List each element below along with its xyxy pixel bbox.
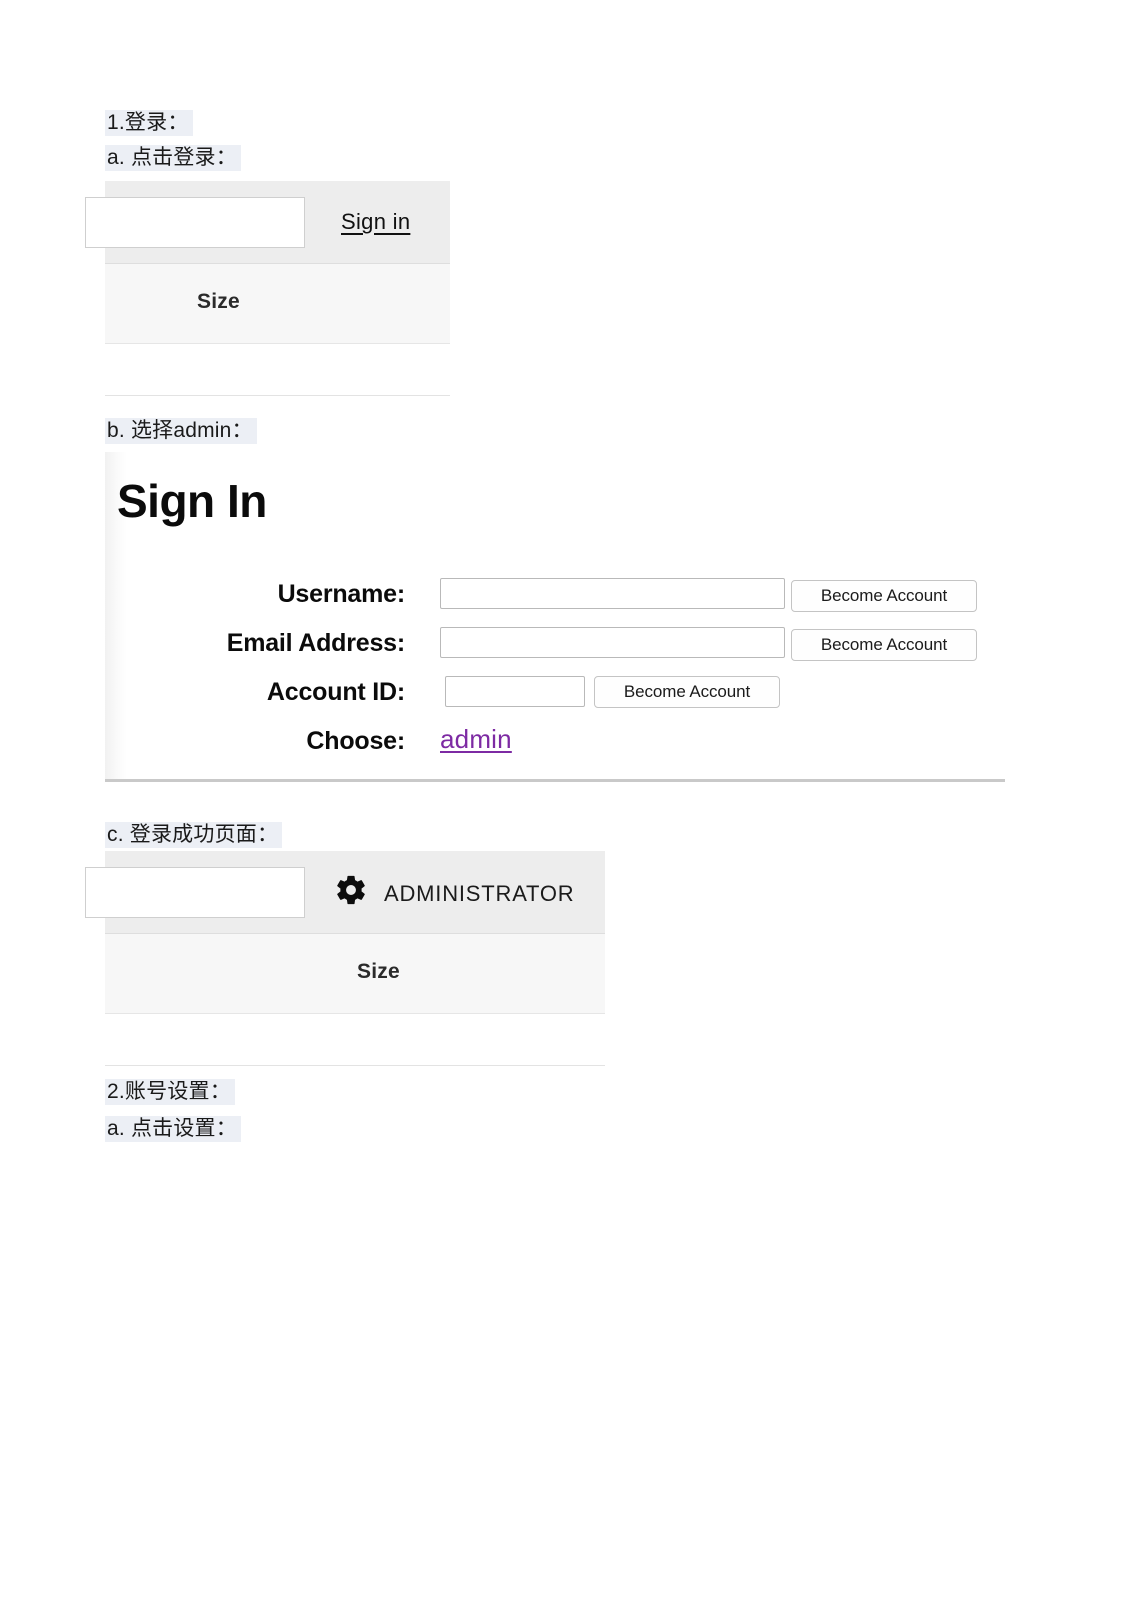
step-click-settings: a. 点击设置： [105, 1114, 241, 1144]
heading-account-settings: 2.账号设置： [105, 1077, 235, 1107]
step-choose-admin-label: b. 选择admin： [105, 418, 257, 444]
size-label[interactable]: Size [197, 290, 240, 314]
step-click-login: a. 点击登录： [105, 143, 241, 173]
become-account-id-button[interactable]: Become Account [594, 676, 780, 708]
screenshot-admin-toolbar: ADMINISTRATOR Size [85, 851, 605, 1014]
toolbar-top-bar: Sign in [85, 181, 450, 264]
choose-row: Choose: [165, 727, 405, 761]
username-row: Username: [150, 580, 406, 614]
become-account-email-button[interactable]: Become Account [791, 629, 977, 661]
username-input[interactable] [440, 578, 785, 609]
username-label: Username: [277, 580, 406, 608]
search-input[interactable] [85, 867, 305, 918]
administrator-label[interactable]: ADMINISTRATOR [384, 881, 574, 907]
size-label[interactable]: Size [357, 960, 400, 984]
heading-account-settings-label: 2.账号设置： [105, 1079, 235, 1105]
heading-login-label: 1.登录： [105, 110, 193, 136]
screenshot-signin-form: Sign In Username: Become Account Email A… [105, 452, 1005, 782]
step-login-success-label: c. 登录成功页面： [105, 822, 283, 848]
toolbar-bottom-bar: Size [105, 264, 450, 344]
screenshot-signin-toolbar: Sign in Size [85, 181, 450, 344]
sign-in-link[interactable]: Sign in [341, 209, 410, 235]
email-address-input[interactable] [440, 627, 785, 658]
account-id-input[interactable] [445, 676, 585, 707]
sign-in-title: Sign In [117, 475, 267, 527]
step-choose-admin: b. 选择admin： [105, 416, 257, 446]
step-login-success: c. 登录成功页面： [105, 820, 283, 850]
admin-toolbar-bottom-bar: Size [105, 934, 605, 1014]
admin-toolbar-top-bar: ADMINISTRATOR [85, 851, 605, 934]
heading-login: 1.登录： [105, 108, 193, 138]
document-page: 1.登录： a. 点击登录： Sign in Size b. 选择admin： … [0, 0, 1131, 1600]
gear-icon[interactable] [334, 873, 368, 907]
email-address-row: Email Address: [125, 629, 405, 663]
search-input[interactable] [85, 197, 305, 248]
account-id-row: Account ID: [160, 678, 405, 712]
section-divider [105, 395, 450, 396]
choose-label: Choose: [306, 727, 405, 755]
email-address-label: Email Address: [226, 629, 405, 657]
section-divider [105, 1065, 605, 1066]
step-click-login-label: a. 点击登录： [105, 145, 241, 171]
choose-admin-link[interactable]: admin [440, 724, 512, 755]
account-id-label: Account ID: [266, 678, 405, 706]
step-click-settings-label: a. 点击设置： [105, 1116, 241, 1142]
become-account-username-button[interactable]: Become Account [791, 580, 977, 612]
